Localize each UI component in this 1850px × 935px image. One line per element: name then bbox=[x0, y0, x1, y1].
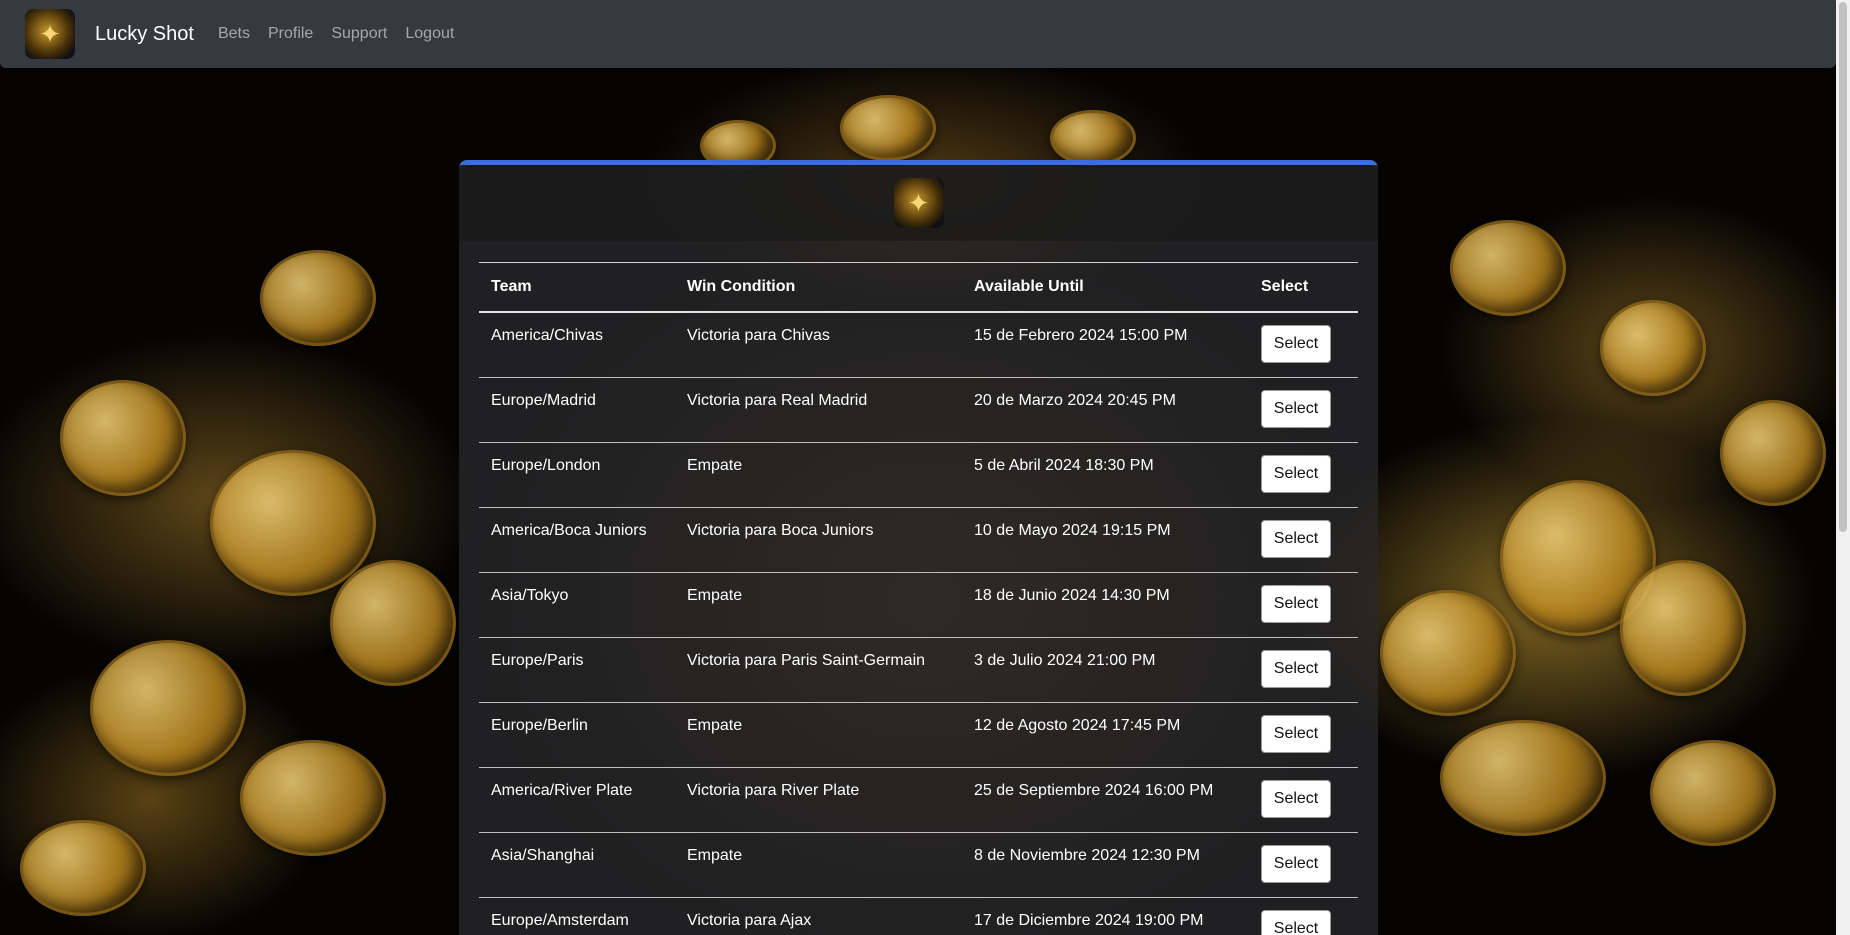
win-condition-cell: Victoria para Chivas bbox=[675, 312, 962, 378]
table-row: America/River Plate Victoria para River … bbox=[479, 767, 1358, 833]
coin-decoration bbox=[60, 380, 186, 496]
select-cell: Select bbox=[1249, 312, 1358, 378]
coin-decoration bbox=[1500, 480, 1656, 636]
brand-name[interactable]: Lucky Shot bbox=[95, 23, 194, 46]
available-until-cell: 18 de Junio 2024 14:30 PM bbox=[962, 572, 1249, 638]
team-cell: Europe/Paris bbox=[479, 637, 675, 703]
select-cell: Select bbox=[1249, 832, 1358, 898]
available-until-cell: 17 de Diciembre 2024 19:00 PM bbox=[962, 897, 1249, 935]
nav-link-profile[interactable]: Profile bbox=[268, 25, 313, 43]
coin-decoration bbox=[1720, 400, 1826, 506]
team-cell: Asia/Tokyo bbox=[479, 572, 675, 638]
team-cell: America/Boca Juniors bbox=[479, 507, 675, 573]
coin-decoration bbox=[1620, 560, 1746, 696]
win-condition-cell: Victoria para River Plate bbox=[675, 767, 962, 833]
top-navbar: ✦ Lucky Shot Bets Profile Support Logout bbox=[0, 0, 1836, 68]
select-cell: Select bbox=[1249, 702, 1358, 768]
coin-decoration bbox=[1380, 590, 1516, 716]
header-team: Team bbox=[491, 278, 532, 295]
team-cell: Europe/Madrid bbox=[479, 377, 675, 443]
bets-table: Team Win Condition Available Until Selec… bbox=[479, 262, 1358, 935]
available-until-cell: 3 de Julio 2024 21:00 PM bbox=[962, 637, 1249, 703]
select-cell: Select bbox=[1249, 637, 1358, 703]
table-row: Europe/London Empate 5 de Abril 2024 18:… bbox=[479, 442, 1358, 508]
team-cell: America/River Plate bbox=[479, 767, 675, 833]
win-condition-cell: Victoria para Boca Juniors bbox=[675, 507, 962, 573]
win-condition-cell: Empate bbox=[675, 832, 962, 898]
available-until-cell: 10 de Mayo 2024 19:15 PM bbox=[962, 507, 1249, 573]
team-cell: America/Chivas bbox=[479, 312, 675, 378]
available-until-cell: 8 de Noviembre 2024 12:30 PM bbox=[962, 832, 1249, 898]
table-row: America/Chivas Victoria para Chivas 15 d… bbox=[479, 312, 1358, 378]
win-condition-cell: Empate bbox=[675, 572, 962, 638]
team-cell: Europe/London bbox=[479, 442, 675, 508]
scrollbar-thumb[interactable] bbox=[1839, 2, 1847, 532]
win-condition-cell: Victoria para Paris Saint-Germain bbox=[675, 637, 962, 703]
win-condition-cell: Victoria para Ajax bbox=[675, 897, 962, 935]
coin-decoration bbox=[330, 560, 456, 686]
team-cell: Asia/Shanghai bbox=[479, 832, 675, 898]
available-until-cell: 25 de Septiembre 2024 16:00 PM bbox=[962, 767, 1249, 833]
select-button[interactable]: Select bbox=[1261, 910, 1331, 935]
coin-decoration bbox=[90, 640, 246, 776]
select-button[interactable]: Select bbox=[1261, 650, 1331, 688]
win-condition-cell: Empate bbox=[675, 442, 962, 508]
nav-link-logout[interactable]: Logout bbox=[405, 25, 454, 43]
table-row: Europe/Amsterdam Victoria para Ajax 17 d… bbox=[479, 897, 1358, 935]
available-until-cell: 5 de Abril 2024 18:30 PM bbox=[962, 442, 1249, 508]
select-button[interactable]: Select bbox=[1261, 845, 1331, 883]
available-until-cell: 20 de Marzo 2024 20:45 PM bbox=[962, 377, 1249, 443]
table-row: Europe/Berlin Empate 12 de Agosto 2024 1… bbox=[479, 702, 1358, 768]
win-condition-cell: Empate bbox=[675, 702, 962, 768]
select-button[interactable]: Select bbox=[1261, 780, 1331, 818]
select-cell: Select bbox=[1249, 572, 1358, 638]
select-cell: Select bbox=[1249, 507, 1358, 573]
card-header: ✦ bbox=[459, 165, 1378, 241]
coin-decoration bbox=[260, 250, 376, 346]
header-win-condition: Win Condition bbox=[687, 278, 796, 295]
table-header-row: Team Win Condition Available Until Selec… bbox=[479, 262, 1358, 312]
table-row: Europe/Paris Victoria para Paris Saint-G… bbox=[479, 637, 1358, 703]
team-cell: Europe/Berlin bbox=[479, 702, 675, 768]
coin-decoration bbox=[20, 820, 146, 916]
coin-logo-icon[interactable]: ✦ bbox=[25, 9, 75, 59]
coin-decoration bbox=[240, 740, 386, 856]
select-button[interactable]: Select bbox=[1261, 585, 1331, 623]
win-condition-cell: Victoria para Real Madrid bbox=[675, 377, 962, 443]
header-select: Select bbox=[1261, 278, 1309, 295]
select-button[interactable]: Select bbox=[1261, 390, 1331, 428]
select-cell: Select bbox=[1249, 442, 1358, 508]
coin-decoration bbox=[1600, 300, 1706, 396]
select-button[interactable]: Select bbox=[1261, 455, 1331, 493]
select-button[interactable]: Select bbox=[1261, 325, 1331, 363]
coin-decoration bbox=[1050, 110, 1136, 166]
available-until-cell: 12 de Agosto 2024 17:45 PM bbox=[962, 702, 1249, 768]
coin-decoration bbox=[1450, 220, 1566, 316]
coin-decoration bbox=[1440, 720, 1606, 836]
header-available-until: Available Until bbox=[974, 278, 1084, 295]
table-row: Asia/Shanghai Empate 8 de Noviembre 2024… bbox=[479, 832, 1358, 898]
nav-link-bets[interactable]: Bets bbox=[218, 25, 250, 43]
select-cell: Select bbox=[1249, 377, 1358, 443]
table-row: America/Boca Juniors Victoria para Boca … bbox=[479, 507, 1358, 573]
table-row: Europe/Madrid Victoria para Real Madrid … bbox=[479, 377, 1358, 443]
nav-link-support[interactable]: Support bbox=[331, 25, 387, 43]
page-scrollbar[interactable] bbox=[1836, 0, 1850, 935]
coin-decoration bbox=[840, 95, 936, 161]
select-button[interactable]: Select bbox=[1261, 520, 1331, 558]
available-until-cell: 15 de Febrero 2024 15:00 PM bbox=[962, 312, 1249, 378]
coin-decoration bbox=[1650, 740, 1776, 846]
table-row: Asia/Tokyo Empate 18 de Junio 2024 14:30… bbox=[479, 572, 1358, 638]
coin-decoration bbox=[210, 450, 376, 596]
select-cell: Select bbox=[1249, 897, 1358, 935]
select-button[interactable]: Select bbox=[1261, 715, 1331, 753]
team-cell: Europe/Amsterdam bbox=[479, 897, 675, 935]
coin-logo-icon: ✦ bbox=[893, 178, 944, 228]
bets-card: ✦ Team Win Condition Available Until Sel… bbox=[459, 160, 1378, 935]
select-cell: Select bbox=[1249, 767, 1358, 833]
